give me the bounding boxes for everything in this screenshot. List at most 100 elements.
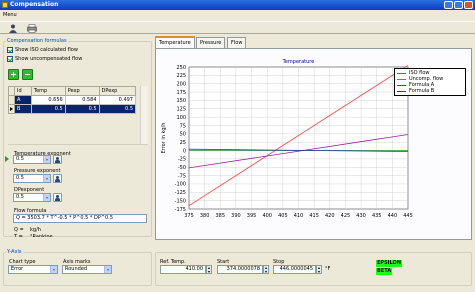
table-row[interactable]: B 0.5 0.5 0.5	[8, 104, 137, 114]
x-tick-label: 415	[309, 213, 319, 219]
app-icon	[2, 2, 8, 8]
tab-pressure[interactable]: Pressure	[196, 37, 226, 48]
pressure-exponent-value: 0.5	[16, 175, 24, 181]
legend-entry: Formula B	[395, 88, 465, 94]
start-field[interactable]: 374.0000078	[217, 265, 263, 274]
minimize-button[interactable]	[444, 1, 453, 9]
menu-bar: Menu	[0, 10, 475, 20]
epsilon-badge: EPSILON	[376, 260, 402, 267]
temp-exponent-select[interactable]: 0.5	[13, 155, 51, 164]
formula-legend-symbol: Q =	[14, 227, 24, 233]
x-tick-label: 430	[356, 213, 366, 219]
cell-temp[interactable]: 0.656	[30, 95, 66, 105]
y-tick-label: -125	[175, 190, 186, 196]
menu-item[interactable]: Menu	[3, 10, 17, 20]
stop-field[interactable]: 446.0000045	[273, 265, 316, 274]
chart-type-select[interactable]: Error	[8, 265, 58, 274]
formula-legend-symbol: T =	[14, 234, 23, 237]
x-tick-label: 385	[216, 213, 226, 219]
beta-badge: BETA	[376, 268, 393, 275]
cell-id[interactable]: B	[14, 104, 32, 114]
title-bar: Compensation	[0, 0, 475, 10]
chart-title: Temperature	[282, 59, 315, 65]
x-tick-label: 445	[403, 213, 413, 219]
ref-temp-field[interactable]: 410.00	[160, 265, 206, 274]
axis-marks-select[interactable]: Rounded	[62, 265, 112, 274]
cell-dpexp[interactable]: 0.497	[98, 95, 137, 105]
y-tick-label: -75	[178, 173, 186, 179]
divider	[8, 144, 148, 145]
add-formula-button[interactable]	[8, 69, 19, 80]
selected-arrow-icon	[5, 156, 9, 162]
show-uncomp-label: Show uncompensated flow	[15, 56, 83, 62]
x-tick-label: 390	[231, 213, 241, 219]
axis-marks-value: Rounded	[65, 266, 88, 272]
cell-id[interactable]: A	[14, 95, 32, 105]
close-button[interactable]	[464, 1, 473, 9]
y-tick-label: -25	[178, 157, 186, 163]
maximize-button[interactable]	[454, 1, 463, 9]
chevron-down-icon	[43, 156, 50, 163]
legend-swatch	[397, 91, 406, 92]
y-tick-label: -100	[175, 182, 186, 188]
show-iso-label: Show ISO calculated flow	[15, 47, 78, 53]
y-tick-label: 50	[180, 132, 186, 138]
row-header[interactable]	[8, 104, 15, 114]
user-icon[interactable]	[8, 24, 18, 33]
chevron-down-icon	[104, 266, 111, 273]
tab-flow[interactable]: Flow	[227, 37, 247, 48]
col-header-id[interactable]: Id	[14, 86, 32, 96]
ref-temp-spinner[interactable]	[206, 265, 212, 274]
chart-type-value: Error	[11, 266, 24, 272]
cell-pexp[interactable]: 0.5	[64, 104, 100, 114]
chart-legend: ISO flow Uncomp. flow Formula A Formula …	[394, 68, 466, 96]
remove-formula-button[interactable]	[22, 69, 33, 80]
y-tick-label: 175	[176, 90, 186, 96]
x-tick-label: 410	[294, 213, 304, 219]
table-row[interactable]: A 0.656 0.584 0.497	[8, 95, 137, 105]
x-tick-label: 425	[341, 213, 351, 219]
col-header-dpexp[interactable]: DPexp	[98, 86, 137, 96]
y-axis-label: Error in kg/h	[161, 123, 167, 154]
unit-label: °F	[325, 266, 331, 272]
y-tick-label: 75	[180, 123, 186, 129]
x-tick-label: 400	[262, 213, 272, 219]
tab-temperature[interactable]: Temperature	[155, 36, 195, 48]
person-icon[interactable]	[53, 193, 62, 202]
formula-legend-desc: kg/h	[30, 227, 41, 233]
temp-exponent-value: 0.5	[16, 156, 24, 162]
y-tick-label: -175	[175, 207, 186, 213]
y-tick-label: 100	[176, 115, 186, 121]
x-tick-label: 395	[247, 213, 257, 219]
y-tick-label: -50	[178, 165, 186, 171]
y-tick-label: 0	[183, 148, 186, 154]
start-spinner[interactable]	[263, 265, 269, 274]
flow-formula-field[interactable]: Q = 3503.7 * T^-0.5 * P^0.5 * DP^0.5	[13, 214, 147, 223]
chart-panel: 375 380 385 390 395 400 405 410 415 420 425 430 435 4…	[155, 48, 472, 240]
y-axis-group-title: Y-Axis	[6, 249, 23, 255]
formula-table[interactable]: Id Temp Pexp DPexp A 0.656 0.584 0.497 B…	[8, 86, 137, 114]
legend-swatch	[397, 79, 406, 80]
x-tick-label: 380	[200, 213, 210, 219]
dp-exponent-select[interactable]: 0.5	[13, 193, 51, 202]
table-scrollbar[interactable]	[140, 86, 148, 144]
cell-pexp[interactable]: 0.584	[64, 95, 100, 105]
cell-dpexp[interactable]: 0.5	[98, 104, 137, 114]
legend-label: Formula B	[409, 88, 435, 94]
cell-temp[interactable]: 0.5	[30, 104, 66, 114]
show-iso-checkbox[interactable]	[7, 47, 13, 53]
pressure-exponent-select[interactable]: 0.5	[13, 174, 51, 183]
person-icon[interactable]	[53, 174, 62, 183]
legend-swatch	[397, 73, 406, 74]
chevron-down-icon	[43, 194, 50, 201]
y-tick-label: 225	[176, 73, 186, 79]
person-icon[interactable]	[53, 155, 62, 164]
table-header-row: Id Temp Pexp DPexp	[8, 86, 137, 96]
col-header-pexp[interactable]: Pexp	[64, 86, 100, 96]
print-icon[interactable]	[27, 24, 37, 33]
formulas-group-title: Compensation formulas	[6, 38, 68, 44]
stop-spinner[interactable]	[316, 265, 322, 274]
col-header-temp[interactable]: Temp	[30, 86, 66, 96]
x-tick-label: 375	[184, 213, 194, 219]
show-uncomp-checkbox[interactable]	[7, 56, 13, 62]
